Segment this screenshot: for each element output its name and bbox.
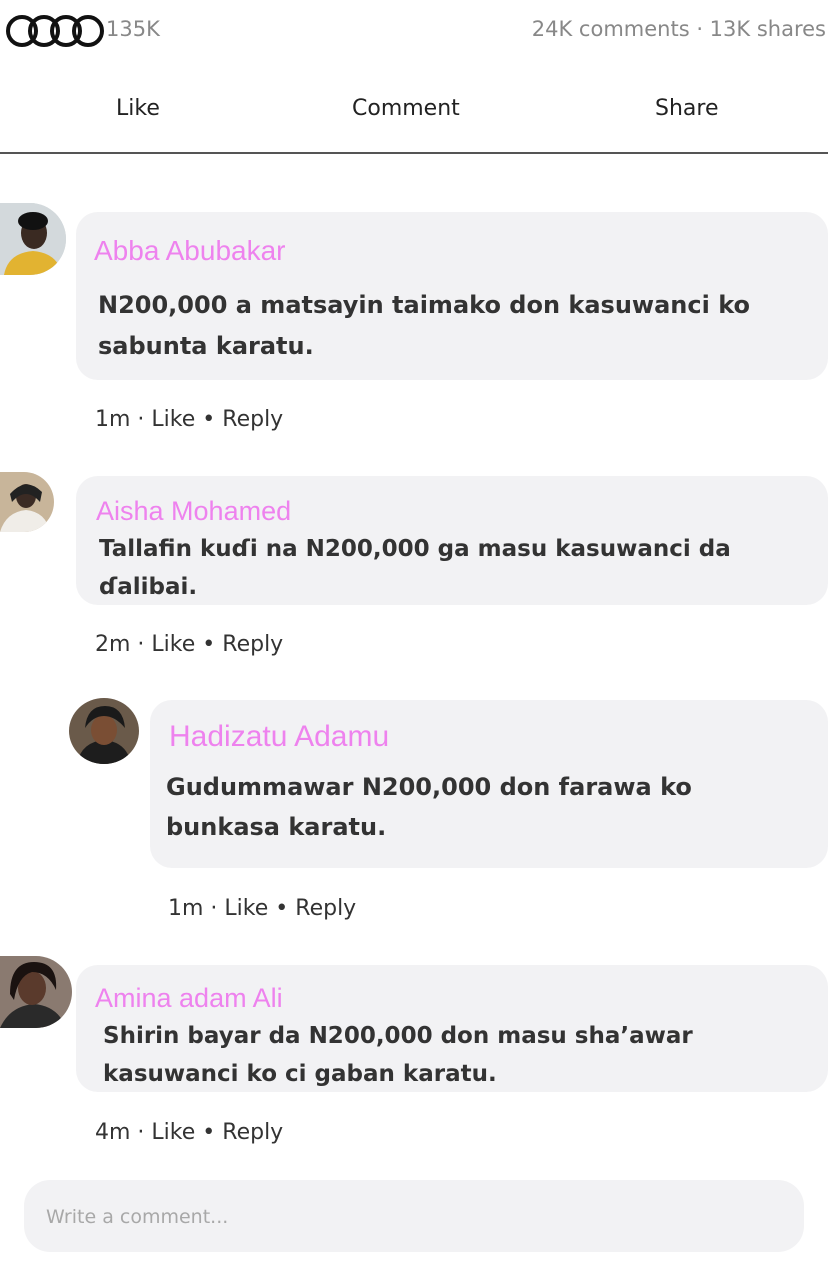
comment-author[interactable]: Abba Abubakar bbox=[94, 235, 286, 267]
comment-like-link[interactable]: Like bbox=[151, 632, 195, 657]
comment-reply-link[interactable]: Reply bbox=[222, 407, 283, 432]
rings-icon[interactable] bbox=[4, 14, 104, 48]
comment-like-link[interactable]: Like bbox=[151, 1120, 195, 1145]
comment-input[interactable] bbox=[44, 1198, 788, 1236]
share-button[interactable]: Share bbox=[655, 96, 719, 121]
comment-text: Shirin bayar da N200,000 don masu sha’aw… bbox=[103, 1023, 693, 1087]
comment-text: Gudummawar N200,000 don farawa ko bunkas… bbox=[166, 773, 692, 841]
comment-reply-link[interactable]: Reply bbox=[222, 632, 283, 657]
comment-author[interactable]: Aisha Mohamed bbox=[96, 496, 291, 527]
comment-meta: 2m · Like • Reply bbox=[95, 632, 284, 657]
comment-time: 1m bbox=[95, 407, 131, 432]
comment-author[interactable]: Amina adam Ali bbox=[95, 983, 283, 1014]
comment-reply-link[interactable]: Reply bbox=[222, 1120, 283, 1145]
post-stats-bar: 135K 24K comments · 13K shares bbox=[0, 0, 828, 62]
comments-shares-count[interactable]: 24K comments · 13K shares bbox=[532, 17, 826, 41]
divider bbox=[0, 152, 828, 154]
comment-text: N200,000 a matsayin taimako don kasuwanc… bbox=[98, 291, 750, 360]
comment-time: 1m bbox=[168, 896, 204, 921]
avatar[interactable] bbox=[69, 698, 139, 764]
comment-meta: 1m · Like • Reply bbox=[168, 896, 357, 921]
comment-reply-link[interactable]: Reply bbox=[295, 896, 356, 921]
comment-time: 4m bbox=[95, 1120, 131, 1145]
comment-meta: 1m · Like • Reply bbox=[95, 407, 284, 432]
comment-time: 2m bbox=[95, 632, 131, 657]
comment-author[interactable]: Hadizatu Adamu bbox=[169, 720, 389, 754]
comment-like-link[interactable]: Like bbox=[151, 407, 195, 432]
avatar[interactable] bbox=[0, 956, 72, 1028]
avatar[interactable] bbox=[0, 472, 54, 532]
avatar[interactable] bbox=[0, 203, 66, 275]
comment-button[interactable]: Comment bbox=[352, 96, 460, 121]
comment-like-link[interactable]: Like bbox=[224, 896, 268, 921]
post-actions: Like Comment Share bbox=[0, 86, 828, 138]
reaction-count[interactable]: 135K bbox=[106, 17, 160, 41]
comment-meta: 4m · Like • Reply bbox=[95, 1120, 284, 1145]
comment-text: Tallafin kuɗi na N200,000 ga masu kasuwa… bbox=[99, 536, 731, 600]
comment-composer bbox=[24, 1180, 804, 1252]
like-button[interactable]: Like bbox=[116, 96, 160, 121]
